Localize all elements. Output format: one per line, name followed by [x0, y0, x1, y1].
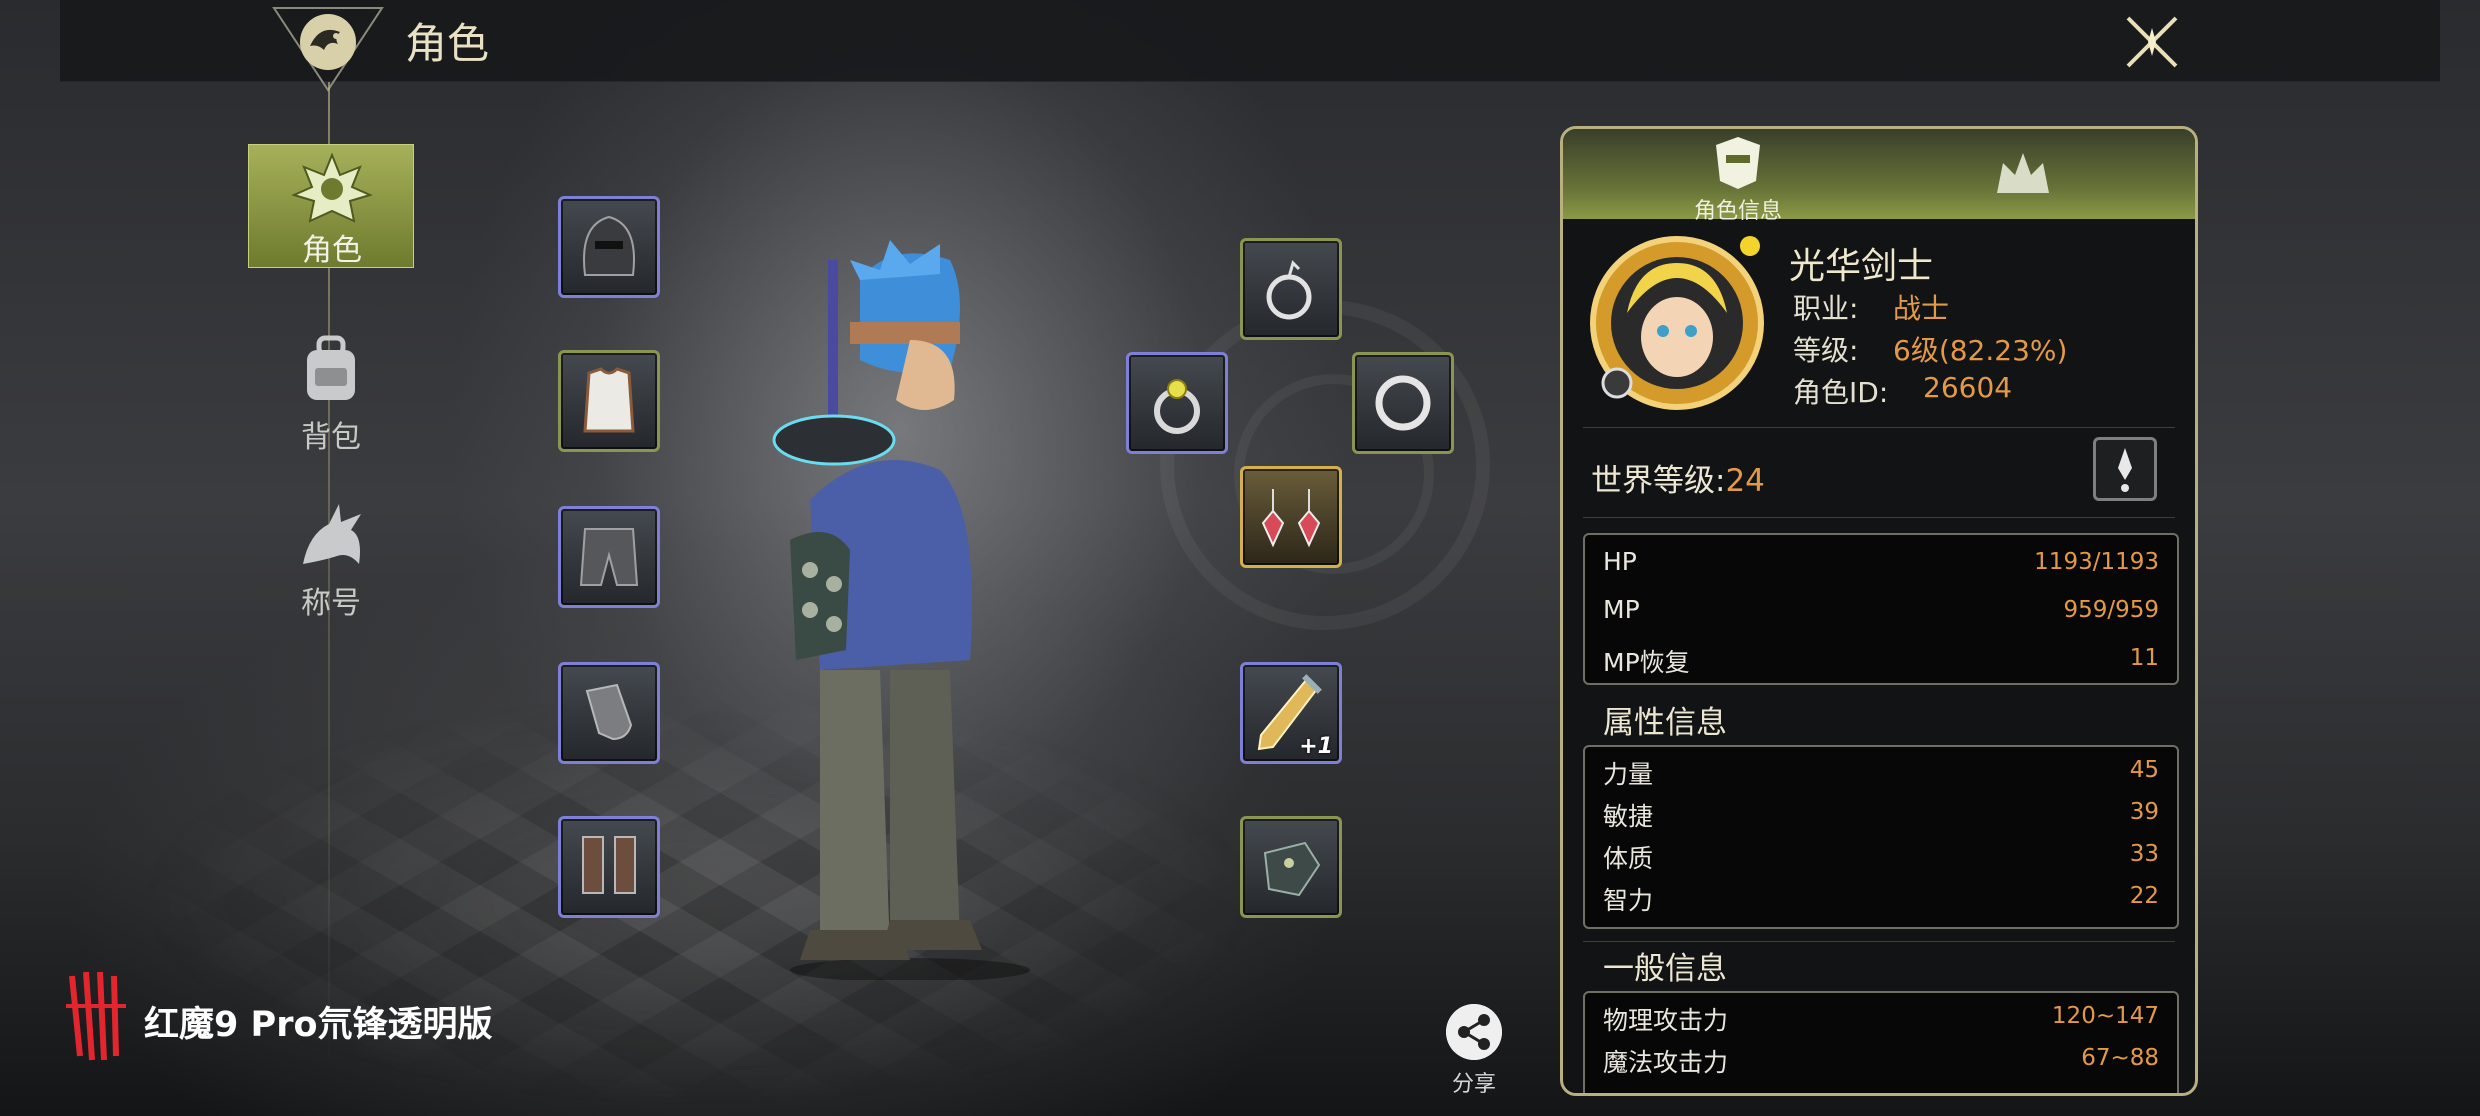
character-crest-icon — [292, 153, 372, 223]
equip-slot-helmet[interactable] — [558, 196, 660, 298]
red-magic-logo-icon — [66, 971, 126, 1061]
backpack-icon — [307, 335, 355, 400]
attr-value: 33 — [2129, 841, 2159, 867]
notification-dot-icon — [1740, 236, 1760, 256]
level-row: 等级: 6级(82.23%) — [1793, 329, 2067, 369]
general-value: 120~147 — [2051, 1003, 2159, 1029]
attr-value: 22 — [2129, 883, 2159, 909]
panel-tab-bar: 角色信息 — [1563, 129, 2195, 224]
ring-icon — [1375, 375, 1431, 431]
attr-label: 智力 — [1603, 886, 1654, 915]
attributes-box: 力量 45 敏捷 39 体质 33 智力 22 — [1583, 745, 2179, 929]
equip-slot-ring-2[interactable] — [1352, 352, 1454, 454]
equip-slot-offhand[interactable] — [1240, 816, 1342, 918]
gem-ring-icon — [1154, 379, 1200, 434]
earring-icon — [1261, 489, 1321, 548]
tab-label: 角色信息 — [1693, 199, 1782, 224]
attr-label: 力量 — [1603, 760, 1654, 789]
general-value: 67~88 — [2081, 1045, 2159, 1071]
level-value: 6级(82.23%) — [1893, 334, 2068, 367]
vest-icon — [583, 367, 635, 433]
equip-slot-earrings[interactable] — [1240, 466, 1342, 568]
divider — [1583, 941, 2175, 942]
pants-icon — [579, 528, 639, 586]
class-value: 战士 — [1893, 292, 1950, 325]
world-level: 世界等级:24 — [1591, 455, 1765, 500]
share-label: 分享 — [1451, 1072, 1496, 1097]
exclamation-icon — [2118, 448, 2132, 492]
divider — [1583, 517, 2175, 518]
nav-item-backpack[interactable]: 背包 — [248, 326, 414, 455]
nav-item-label: 角色 — [302, 233, 362, 268]
vitals-box: HP 1193/1193 MP 959/959 MP恢复 11 — [1583, 533, 2179, 685]
equip-slot-pants[interactable] — [558, 506, 660, 608]
character-info-panel: 角色信息 光华剑士 职业: 战士 等级: 6级(82.23%) 角色ID: 26… — [1560, 126, 2198, 1096]
character-name: 光华剑士 — [1789, 246, 1934, 287]
stat-value-mp: 959/959 — [2063, 597, 2159, 623]
character-model — [772, 240, 1030, 980]
equip-slot-armor[interactable] — [558, 350, 660, 452]
dragon-logo-icon — [272, 7, 384, 92]
helmet-icon — [583, 215, 635, 276]
attr-label: 体质 — [1603, 844, 1654, 873]
equip-slot-gloves[interactable] — [558, 662, 660, 764]
background-emblem — [1160, 300, 1490, 630]
page-title: 角色 — [405, 19, 490, 68]
enhance-level: +1 — [1299, 734, 1333, 759]
equip-slot-ring-1[interactable] — [1126, 352, 1228, 454]
attr-value: 39 — [2129, 799, 2159, 825]
attr-label: 敏捷 — [1603, 802, 1654, 831]
boots-icon — [582, 836, 636, 894]
helmet-crest-icon — [1716, 137, 1760, 189]
gauntlet-icon — [585, 683, 633, 741]
equip-slot-weapon[interactable]: +1 — [1240, 662, 1342, 764]
equip-slot-boots[interactable] — [558, 816, 660, 918]
id-row: 角色ID: 26604 — [1793, 371, 2012, 411]
nav-item-title[interactable]: 称号 — [248, 492, 414, 621]
tab-character-info[interactable]: 角色信息 — [1678, 135, 1798, 224]
id-value: 26604 — [1923, 371, 2013, 404]
divider — [1583, 427, 2175, 428]
share-button[interactable] — [1446, 1004, 1502, 1060]
stat-label-mp-regen: MP恢复 — [1603, 648, 1690, 677]
attr-value: 45 — [2129, 757, 2159, 783]
world-level-label: 世界等级: — [1591, 463, 1726, 499]
dragon-title-icon — [303, 504, 361, 564]
class-row: 职业: 战士 — [1793, 287, 1949, 327]
stat-value-hp: 1193/1193 — [2034, 549, 2159, 575]
nav-item-label: 背包 — [301, 420, 361, 455]
stat-label-mp: MP — [1603, 595, 1640, 624]
stat-label-hp: HP — [1603, 547, 1637, 576]
class-label: 职业: — [1793, 292, 1859, 325]
fist-weapon-icon — [1263, 841, 1321, 897]
general-info-box: 物理攻击力 120~147 魔法攻击力 67~88 — [1583, 991, 2179, 1093]
general-info-title: 一般信息 — [1603, 951, 1727, 987]
id-label: 角色ID: — [1793, 376, 1889, 409]
attributes-title: 属性信息 — [1603, 705, 1727, 741]
necklace-icon — [1266, 260, 1312, 320]
general-label: 魔法攻击力 — [1603, 1048, 1729, 1077]
character-avatar[interactable] — [1587, 233, 1767, 413]
world-level-value: 24 — [1725, 463, 1765, 499]
equip-slot-necklace[interactable] — [1240, 238, 1342, 340]
close-icon[interactable] — [2118, 8, 2186, 76]
brand-watermark-text: 红魔9 Pro氘锋透明版 — [144, 1005, 493, 1045]
world-level-info-button[interactable] — [2093, 437, 2157, 501]
nav-item-label: 称号 — [301, 586, 361, 621]
level-label: 等级: — [1793, 334, 1859, 367]
crown-icon[interactable] — [1993, 149, 2053, 199]
nav-item-character[interactable]: 角色 — [248, 144, 414, 268]
general-label: 物理攻击力 — [1603, 1006, 1729, 1035]
stat-value-mp-regen: 11 — [2129, 645, 2159, 671]
